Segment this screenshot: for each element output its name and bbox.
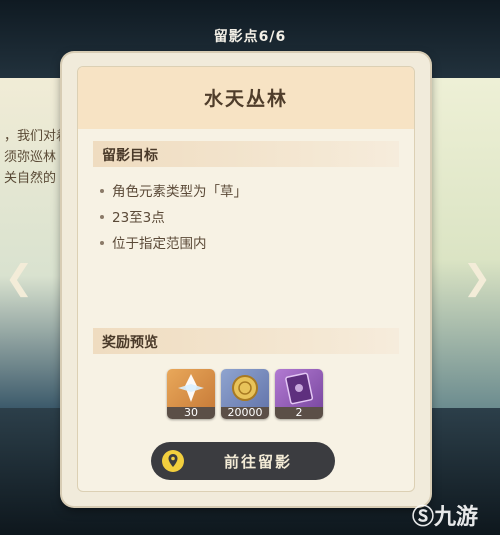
primogem-icon <box>167 369 215 407</box>
card-inner-panel <box>77 66 415 492</box>
photo-spot-counter: 留影点6/6 <box>213 29 287 45</box>
hero-wit-book-icon <box>275 369 323 407</box>
goal-item: 23至3点 <box>100 206 165 226</box>
go-button-label: 前往留影 <box>223 453 292 471</box>
bullet-icon <box>100 189 104 193</box>
card-title: 水天丛林 <box>203 88 288 110</box>
go-to-photo-spot-button[interactable]: 前往留影 <box>151 442 335 480</box>
mora-icon <box>221 369 269 407</box>
goal-item: 位于指定范围内 <box>100 232 207 252</box>
reward-count: 20000 <box>221 407 269 419</box>
previous-arrow-icon[interactable]: ❮ <box>2 258 36 298</box>
background-left-text: ，我们对着 须弥巡林 关自然的 <box>4 129 70 186</box>
watermark-logo: Ⓢ九游 <box>412 505 479 530</box>
reward-count: 30 <box>167 407 215 419</box>
goal-item: 角色元素类型为「草」 <box>100 180 247 200</box>
reward-mora[interactable]: 20000 <box>221 369 269 419</box>
rewards-section-title: 奖励预览 <box>102 335 158 351</box>
reward-count: 2 <box>275 407 323 419</box>
location-pin-icon <box>162 450 184 472</box>
goals-section-header: 留影目标 <box>93 141 399 167</box>
rewards-section-header: 奖励预览 <box>93 328 399 354</box>
background-right-panel <box>428 78 500 408</box>
next-arrow-icon[interactable]: ❯ <box>460 258 494 298</box>
bullet-icon <box>100 241 104 245</box>
reward-primogem[interactable]: 30 <box>167 369 215 419</box>
bullet-icon <box>100 215 104 219</box>
goals-section-title: 留影目标 <box>102 148 158 164</box>
reward-book[interactable]: 2 <box>275 369 323 419</box>
